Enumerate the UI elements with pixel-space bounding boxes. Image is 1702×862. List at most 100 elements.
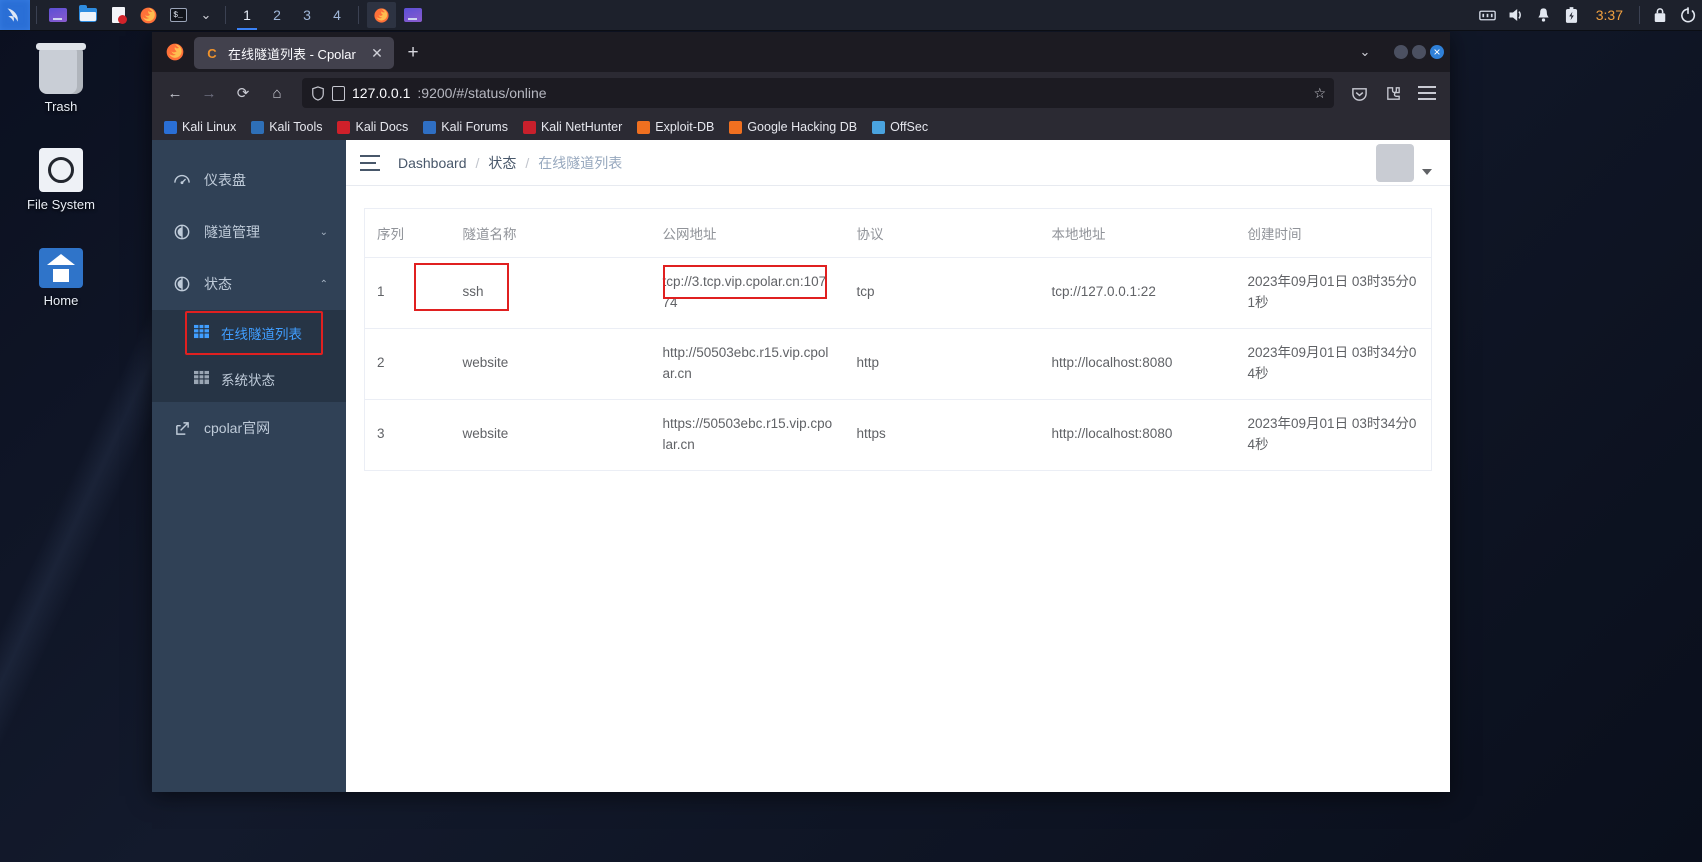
network-icon[interactable] bbox=[1474, 0, 1502, 30]
window-minimize-button[interactable] bbox=[1394, 45, 1408, 59]
dashboard-icon bbox=[174, 172, 190, 188]
taskbar-window-files[interactable] bbox=[398, 2, 428, 28]
url-bar[interactable]: 127.0.0.1:9200/#/status/online ☆ bbox=[302, 78, 1334, 108]
bookmark-label: Kali NetHunter bbox=[540, 120, 623, 134]
bookmark-kali-linux[interactable]: Kali Linux bbox=[158, 118, 242, 136]
bookmark-kali-nethunter[interactable]: Kali NetHunter bbox=[517, 118, 628, 136]
shield-icon[interactable] bbox=[310, 85, 325, 101]
column-header-public: 公网地址 bbox=[650, 208, 845, 258]
back-icon[interactable]: ← bbox=[160, 78, 190, 108]
menu-icon[interactable] bbox=[1412, 78, 1442, 108]
clock[interactable]: 3:37 bbox=[1586, 7, 1633, 23]
cell-name: ssh bbox=[450, 257, 651, 329]
bookmark-kali-tools[interactable]: Kali Tools bbox=[245, 118, 328, 136]
bookmark-star-icon[interactable]: ☆ bbox=[1313, 85, 1326, 102]
status-icon bbox=[174, 276, 190, 292]
taskbar-window-firefox[interactable] bbox=[367, 2, 396, 28]
sidebar-item-system-status[interactable]: 系统状态 bbox=[152, 356, 346, 402]
home-icon[interactable]: ⌂ bbox=[262, 78, 292, 108]
power-icon[interactable] bbox=[1674, 0, 1702, 30]
sidebar-item-tunnel-management[interactable]: 隧道管理 ⌄ bbox=[152, 206, 346, 258]
list-all-tabs-icon[interactable]: ⌄ bbox=[1352, 44, 1378, 60]
cell-created: 2023年09月01日 03时35分01秒 bbox=[1235, 257, 1432, 329]
cell-protocol: tcp bbox=[844, 257, 1040, 329]
table-row[interactable]: 3 website https://50503ebc.r15.vip.cpola… bbox=[364, 399, 1432, 471]
forward-icon[interactable]: → bbox=[194, 78, 224, 108]
bookmark-offsec[interactable]: OffSec bbox=[866, 118, 934, 136]
online-tunnel-table: 序列 隧道名称 公网地址 协议 本地地址 创建时间 1 ssh tcp://3. bbox=[364, 208, 1432, 471]
tunnel-icon bbox=[174, 224, 190, 240]
firefox-icon[interactable] bbox=[133, 2, 163, 28]
cell-protocol: https bbox=[844, 399, 1040, 471]
desktop-icon-trash[interactable]: Trash bbox=[6, 43, 116, 114]
sidebar-item-label: cpolar官网 bbox=[204, 420, 271, 436]
bookmark-kali-docs[interactable]: Kali Docs bbox=[331, 118, 414, 136]
cell-seq: 1 bbox=[364, 257, 451, 329]
table-head: 序列 隧道名称 公网地址 协议 本地地址 创建时间 bbox=[364, 208, 1432, 258]
google-hacking-db-icon bbox=[729, 120, 743, 134]
new-tab-button[interactable]: + bbox=[398, 38, 428, 68]
bookmark-label: Kali Docs bbox=[355, 120, 409, 134]
volume-icon[interactable] bbox=[1502, 0, 1530, 30]
sidebar-item-dashboard[interactable]: 仪表盘 bbox=[152, 154, 346, 206]
chevron-up-icon: ⌃ bbox=[319, 278, 328, 290]
breadcrumb-dashboard[interactable]: Dashboard bbox=[398, 155, 467, 171]
window-maximize-button[interactable] bbox=[1412, 45, 1426, 59]
folder-icon[interactable] bbox=[73, 2, 103, 28]
column-header-local: 本地地址 bbox=[1039, 208, 1236, 258]
sidebar-item-status[interactable]: 状态 ⌃ bbox=[152, 258, 346, 310]
firefox-logo-icon bbox=[156, 32, 194, 72]
files-icon[interactable] bbox=[43, 2, 73, 28]
browser-tab[interactable]: C 在线隧道列表 - Cpolar ✕ bbox=[194, 37, 394, 69]
avatar[interactable] bbox=[1376, 143, 1414, 182]
cell-public: http://50503ebc.r15.vip.cpolar.cn bbox=[650, 328, 845, 400]
sidebar-item-cpolar-website[interactable]: cpolar官网 bbox=[152, 402, 346, 454]
battery-icon[interactable] bbox=[1558, 0, 1586, 30]
kali-linux-icon bbox=[164, 120, 177, 134]
bookmark-exploit-db[interactable]: Exploit-DB bbox=[631, 118, 720, 136]
close-tab-icon[interactable]: ✕ bbox=[368, 44, 386, 62]
breadcrumb-status[interactable]: 状态 bbox=[488, 153, 516, 173]
table-row[interactable]: 1 ssh tcp://3.tcp.vip.cpolar.cn:10774 tc… bbox=[364, 257, 1432, 329]
lock-icon[interactable] bbox=[1646, 0, 1674, 30]
workspace-4[interactable]: 4 bbox=[322, 0, 352, 30]
desktop-icon-label: File System bbox=[27, 197, 95, 212]
launcher-chevron-down-icon[interactable]: ⌄ bbox=[193, 7, 219, 23]
sidebar-item-online-tunnel-list[interactable]: 在线隧道列表 bbox=[152, 310, 346, 356]
chevron-down-icon[interactable] bbox=[1422, 168, 1432, 175]
breadcrumb: Dashboard / 状态 / 在线隧道列表 bbox=[398, 153, 622, 173]
terminal-icon[interactable]: $_ bbox=[163, 2, 193, 28]
bookmark-google-hacking-db[interactable]: Google Hacking DB bbox=[723, 118, 863, 136]
chevron-down-icon: ⌄ bbox=[319, 226, 328, 238]
extensions-icon[interactable] bbox=[1378, 78, 1408, 108]
bookmark-label: Kali Linux bbox=[182, 120, 237, 134]
page-info-icon[interactable] bbox=[332, 85, 345, 101]
sidebar-item-label: 系统状态 bbox=[221, 373, 275, 388]
cell-local: http://localhost:8080 bbox=[1039, 399, 1236, 471]
taskbar-separator bbox=[358, 6, 359, 24]
desktop-icon-label: Trash bbox=[44, 99, 78, 114]
workspace-3[interactable]: 3 bbox=[292, 0, 322, 30]
bookmarks-toolbar: Kali Linux Kali Tools Kali Docs Kali For… bbox=[152, 114, 1450, 140]
cell-public: tcp://3.tcp.vip.cpolar.cn:10774 bbox=[650, 257, 845, 329]
bell-icon[interactable] bbox=[1530, 0, 1558, 30]
pocket-icon[interactable] bbox=[1344, 78, 1374, 108]
workspace-2[interactable]: 2 bbox=[262, 0, 292, 30]
workspace-1[interactable]: 1 bbox=[232, 0, 262, 30]
bookmark-kali-forums[interactable]: Kali Forums bbox=[417, 118, 514, 136]
trash-icon bbox=[36, 43, 86, 94]
document-icon[interactable] bbox=[103, 2, 133, 28]
reload-icon[interactable]: ⟳ bbox=[228, 78, 258, 108]
exploit-db-icon bbox=[637, 120, 651, 134]
bookmark-label: OffSec bbox=[890, 120, 929, 134]
table-row[interactable]: 2 website http://50503ebc.r15.vip.cpolar… bbox=[364, 328, 1432, 400]
sidebar-item-label: 隧道管理 bbox=[204, 224, 260, 240]
window-close-button[interactable] bbox=[1430, 45, 1444, 59]
kali-menu-icon[interactable] bbox=[0, 0, 30, 30]
sidebar-item-label: 仪表盘 bbox=[204, 172, 246, 188]
hamburger-icon[interactable] bbox=[360, 154, 380, 171]
desktop-icon-file-system[interactable]: File System bbox=[6, 148, 116, 212]
desktop-icon-home[interactable]: Home bbox=[6, 248, 116, 308]
url-host: 127.0.0.1 bbox=[352, 85, 411, 101]
column-header-protocol: 协议 bbox=[844, 208, 1040, 258]
